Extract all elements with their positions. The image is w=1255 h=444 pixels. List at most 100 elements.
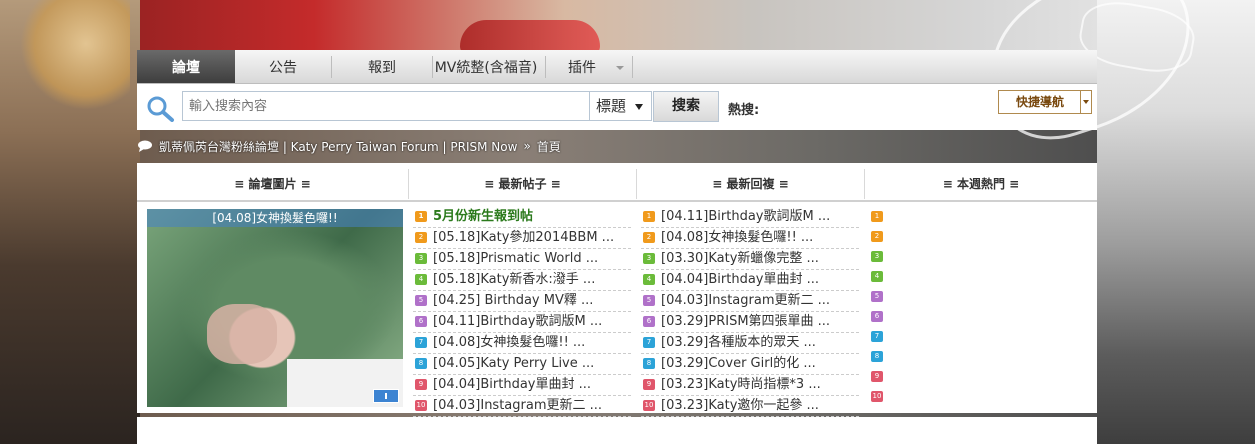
- rank-badge: 3: [871, 251, 883, 262]
- post-title[interactable]: [05.18]Katy參加2014BBM ...: [433, 230, 614, 245]
- post-title[interactable]: [05.18]Katy新香水:潑手 ...: [433, 272, 595, 287]
- reply-title[interactable]: [03.30]Katy新蠟像完整 ...: [661, 251, 819, 266]
- post-title[interactable]: [04.04]Birthday單曲封 ...: [433, 377, 591, 392]
- rank-badge: 2: [643, 232, 655, 243]
- list-item[interactable]: 5 [04.25] Birthday MV釋 ...: [413, 291, 631, 312]
- rank-badge: 5: [643, 295, 655, 306]
- list-item[interactable]: 6 [03.29]PRISM第四張單曲 ...: [641, 312, 859, 333]
- reply-title[interactable]: [04.04]Birthday單曲封 ...: [661, 272, 819, 287]
- slide-indicator[interactable]: [373, 389, 399, 403]
- list-item[interactable]: 7: [869, 327, 889, 347]
- rank-badge: 9: [415, 379, 427, 390]
- reply-title[interactable]: [03.29]PRISM第四張單曲 ...: [661, 314, 830, 329]
- list-item[interactable]: 8: [869, 347, 889, 367]
- list-item[interactable]: 9: [869, 367, 889, 387]
- list-item[interactable]: 3 [03.30]Katy新蠟像完整 ...: [641, 249, 859, 270]
- list-item[interactable]: 10 [04.03]Instagram更新二 ...: [413, 396, 631, 417]
- list-item[interactable]: 5: [869, 287, 889, 307]
- list-item[interactable]: 10: [869, 387, 889, 407]
- list-item[interactable]: 2 [05.18]Katy參加2014BBM ...: [413, 228, 631, 249]
- nav-checkin[interactable]: 報到: [332, 50, 432, 83]
- list-item[interactable]: 9 [03.23]Katy時尚指標*3 ...: [641, 375, 859, 396]
- carousel-horse-image: [20, 0, 130, 110]
- reply-title[interactable]: [04.11]Birthday歌詞版M ...: [661, 209, 830, 224]
- list-item[interactable]: 1: [869, 207, 889, 227]
- post-title[interactable]: [05.18]Prismatic World ...: [433, 251, 598, 266]
- post-title[interactable]: [04.03]Instagram更新二 ...: [433, 398, 602, 413]
- portal-panel: ≡ 論壇圖片 ≡ ≡ 最新帖子 ≡ ≡ 最新回複 ≡ ≡ 本週熱門 ≡ [04.…: [137, 163, 1097, 417]
- list-item[interactable]: 2 [04.08]女神換髮色囉!! ...: [641, 228, 859, 249]
- list-item[interactable]: 8 [04.05]Katy Perry Live ...: [413, 354, 631, 375]
- list-item[interactable]: 3: [869, 247, 889, 267]
- reply-title[interactable]: [03.23]Katy時尚指標*3 ...: [661, 377, 821, 392]
- rank-badge: 7: [871, 331, 883, 342]
- rank-badge: 10: [871, 391, 883, 402]
- rank-badge: 10: [643, 400, 655, 411]
- list-item[interactable]: 7 [04.08]女神換髮色囉!! ...: [413, 333, 631, 354]
- rank-badge: 1: [643, 211, 655, 222]
- post-title[interactable]: [04.11]Birthday歌詞版M ...: [433, 314, 602, 329]
- nav-mv[interactable]: MV統整(含福音): [427, 50, 545, 83]
- breadcrumb-separator: »: [523, 139, 531, 153]
- latest-posts-list: 1 5月份新生報到帖 2 [05.18]Katy參加2014BBM ... 3 [05…: [413, 207, 631, 417]
- list-item[interactable]: 1 5月份新生報到帖: [413, 207, 631, 228]
- rank-badge: 6: [643, 316, 655, 327]
- post-title[interactable]: [04.08]女神換髮色囉!! ...: [433, 335, 585, 350]
- post-title[interactable]: [04.25] Birthday MV釋 ...: [433, 293, 593, 308]
- next-section: [137, 417, 1097, 444]
- chevron-down-icon[interactable]: [616, 66, 624, 70]
- column-weekly-hot: ≡ 本週熱門 ≡: [942, 177, 1020, 191]
- post-title[interactable]: [04.05]Katy Perry Live ...: [433, 356, 594, 371]
- rank-badge: 4: [871, 271, 883, 282]
- search-button[interactable]: 搜索: [653, 91, 719, 122]
- list-item[interactable]: 2: [869, 227, 889, 247]
- list-item[interactable]: 4 [04.04]Birthday單曲封 ...: [641, 270, 859, 291]
- list-item[interactable]: 7 [03.29]各種版本的眾天 ...: [641, 333, 859, 354]
- list-item[interactable]: 5 [04.03]Instagram更新二 ...: [641, 291, 859, 312]
- chevron-down-icon[interactable]: [1080, 91, 1091, 113]
- rank-badge: 7: [415, 337, 427, 348]
- reply-title[interactable]: [03.23]Katy邀你一起參 ...: [661, 398, 819, 413]
- rank-badge: 10: [415, 400, 427, 411]
- reply-title[interactable]: [03.29]Cover Girl的化 ...: [661, 356, 816, 371]
- list-item[interactable]: 10 [03.23]Katy邀你一起參 ...: [641, 396, 859, 417]
- nav-plugins[interactable]: 插件: [552, 50, 612, 83]
- list-item[interactable]: 9 [04.04]Birthday單曲封 ...: [413, 375, 631, 396]
- nav-announcements[interactable]: 公告: [235, 50, 331, 83]
- search-type-select[interactable]: 標題: [589, 91, 652, 121]
- search-type-value: 標題: [596, 97, 627, 115]
- rank-badge: 8: [643, 358, 655, 369]
- rank-badge: 5: [415, 295, 427, 306]
- list-item[interactable]: 4: [869, 267, 889, 287]
- search-bar: 標題 搜索 熱搜: 快捷導航: [137, 84, 1097, 130]
- photo-face: [207, 304, 277, 364]
- rank-badge: 9: [643, 379, 655, 390]
- search-input[interactable]: [182, 91, 589, 121]
- list-item[interactable]: 1 [04.11]Birthday歌詞版M ...: [641, 207, 859, 228]
- list-item[interactable]: 4 [05.18]Katy新香水:潑手 ...: [413, 270, 631, 291]
- list-item[interactable]: 6: [869, 307, 889, 327]
- list-item[interactable]: 8 [03.29]Cover Girl的化 ...: [641, 354, 859, 375]
- list-item[interactable]: 3 [05.18]Prismatic World ...: [413, 249, 631, 270]
- dropdown-triangle-icon: [635, 104, 643, 110]
- photo-caption[interactable]: [04.08]女神換髮色囉!!: [147, 209, 403, 227]
- post-title[interactable]: 5月份新生報到帖: [433, 209, 533, 224]
- breadcrumb-home[interactable]: 首頁: [537, 138, 561, 155]
- rank-badge: 1: [415, 211, 427, 222]
- column-latest-replies: ≡ 最新回複 ≡: [637, 169, 865, 199]
- reply-title[interactable]: [04.08]女神換髮色囉!! ...: [661, 230, 813, 245]
- nav-forum[interactable]: 論壇: [137, 50, 235, 83]
- list-item[interactable]: 6 [04.11]Birthday歌詞版M ...: [413, 312, 631, 333]
- weekly-hot-list: 1 2 3 4 5 6 7 8 9 10: [869, 207, 889, 407]
- nav-divider: [632, 56, 633, 78]
- nav-divider: [545, 56, 546, 78]
- rank-badge: 8: [415, 358, 427, 369]
- rank-badge: 7: [643, 337, 655, 348]
- hot-search-label: 熱搜:: [728, 103, 760, 118]
- quick-nav-button[interactable]: 快捷導航: [998, 90, 1092, 114]
- featured-photo[interactable]: [04.08]女神換髮色囉!!: [147, 209, 403, 407]
- reply-title[interactable]: [03.29]各種版本的眾天 ...: [661, 335, 816, 350]
- rank-badge: 6: [871, 311, 883, 322]
- breadcrumb-forum-link[interactable]: 凱蒂佩芮台灣粉絲論壇 | Katy Perry Taiwan Forum | P…: [159, 138, 517, 155]
- reply-title[interactable]: [04.03]Instagram更新二 ...: [661, 293, 830, 308]
